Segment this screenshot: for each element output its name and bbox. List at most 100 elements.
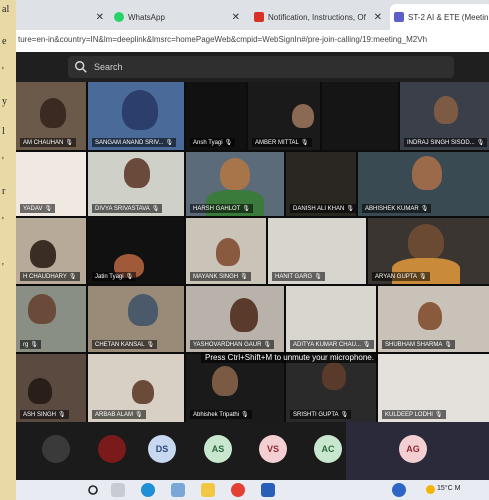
search-icon[interactable] — [86, 483, 100, 497]
participant-name: SANGAM ANAND SRIV... 🎙 — [92, 138, 177, 147]
participant-video — [132, 380, 154, 404]
avatar-ds[interactable]: DS — [148, 435, 176, 463]
participant-name: ASH SINGH 🎙 — [20, 410, 69, 419]
participant-video — [40, 98, 66, 128]
participant-tile[interactable]: YADAV 🎙 — [16, 152, 86, 216]
video-grid: AM CHAUHAN 🎙 SANGAM ANAND SRIV... 🎙 Ansh T… — [16, 82, 489, 422]
participant-tile[interactable]: HARSH GAHLOT 🎙 — [186, 152, 284, 216]
avatar-ac[interactable]: AC — [314, 435, 342, 463]
teams-header: Search — [16, 52, 489, 82]
participant-tile[interactable]: ARBAB ALAM 🎙 — [88, 354, 184, 422]
participant-name: INDRAJ SINGH SISOD... 🎙 — [404, 138, 488, 147]
participant-video — [434, 96, 458, 124]
participant-tile[interactable]: DANISH ALI KHAN 🎙 — [286, 152, 356, 216]
doc-fragment: e — [2, 36, 7, 47]
participant-name: MAYANK SINGH 🎙 — [190, 272, 251, 281]
search-input[interactable]: Search — [68, 56, 454, 78]
avatar[interactable] — [42, 435, 70, 463]
close-tab-icon[interactable]: ✕ — [232, 12, 240, 23]
background-document: al e ' y l ' r ' ' — [0, 0, 16, 500]
participant-name: Ansh Tyagi 🎙 — [190, 138, 236, 147]
participant-tile[interactable]: rg 🎙 — [16, 286, 86, 352]
participant-name: Jatin Tyagi 🎙 — [92, 272, 137, 281]
search-placeholder: Search — [94, 62, 123, 72]
participant-name: ADITYA KUMAR CHAU... 🎙 — [290, 340, 374, 349]
participant-name: YADAV 🎙 — [20, 204, 56, 213]
avatar-vs[interactable]: VS — [259, 435, 287, 463]
participant-tile[interactable]: DIVYA SRIVASTAVA 🎙 — [88, 152, 184, 216]
participant-tile[interactable]: INDRAJ SINGH SISOD... 🎙 — [400, 82, 489, 150]
avatar[interactable] — [98, 435, 126, 463]
participant-video — [30, 240, 56, 268]
participant-tile[interactable]: Abhishek Tripathi 🎙 — [186, 354, 284, 422]
participant-video — [124, 158, 150, 188]
participant-tile[interactable]: ARYAN GUPTA 🎙 — [368, 218, 489, 284]
participant-video — [28, 294, 56, 324]
store-icon[interactable] — [171, 483, 185, 497]
browser-tab-gmail[interactable]: Notification, Instructions, Of ✕ — [254, 4, 386, 30]
participant-tile[interactable]: ABHISHEK KUMAR 🎙 — [358, 152, 489, 216]
participant-tile[interactable]: MAYANK SINGH 🎙 — [186, 218, 266, 284]
file-explorer-icon[interactable] — [201, 483, 215, 497]
participant-name: SHUBHAM SHARMA 🎙 — [382, 340, 455, 349]
participant-name: HANIT GARG 🎙 — [272, 272, 325, 281]
participant-name: DANISH ALI KHAN 🎙 — [290, 204, 356, 213]
participant-video — [230, 298, 258, 332]
address-bar[interactable]: ture=en-in&country=IN&lm=deeplink&lmsrc=… — [16, 30, 489, 53]
participant-tile[interactable]: Ansh Tyagi 🎙 — [186, 82, 246, 150]
participant-name: ARBAB ALAM 🎙 — [92, 410, 146, 419]
participant-name: H CHAUDHARY 🎙 — [20, 272, 80, 281]
word-icon[interactable] — [261, 483, 275, 497]
chrome-icon[interactable] — [231, 483, 245, 497]
doc-fragment: ' — [2, 216, 4, 227]
participant-video — [408, 224, 444, 260]
doc-fragment: y — [2, 96, 7, 107]
doc-fragment: r — [2, 186, 6, 197]
participant-name: DIVYA SRIVASTAVA 🎙 — [92, 204, 163, 213]
participant-tile[interactable]: KULDEEP LODHI 🎙 — [378, 354, 489, 422]
participant-tile[interactable]: SRISHTI GUPTA 🎙 — [286, 354, 376, 422]
participant-tile[interactable]: ASH SINGH 🎙 — [16, 354, 86, 422]
participant-name: Abhishek Tripathi 🎙 — [190, 410, 252, 419]
participant-name: KULDEEP LODHI 🎙 — [382, 410, 446, 419]
participant-video — [216, 238, 240, 266]
url-text: ture=en-in&country=IN&lm=deeplink&lmsrc=… — [18, 35, 428, 44]
avatar-as[interactable]: AS — [204, 435, 232, 463]
participant-tile[interactable]: SANGAM ANAND SRIV... 🎙 — [88, 82, 184, 150]
participant-name: rg 🎙 — [20, 340, 41, 349]
search-icon — [75, 61, 87, 73]
participant-name: ABHISHEK KUMAR 🎙 — [362, 204, 432, 213]
participant-name: ARYAN GUPTA 🎙 — [372, 272, 430, 281]
close-tab-icon[interactable]: ✕ — [374, 12, 382, 23]
participant-tile[interactable]: AM CHAUHAN 🎙 — [16, 82, 86, 150]
browser-tab-teams-meeting[interactable]: ST-2 AI & ETE (Meetin — [390, 4, 489, 30]
close-tab-icon[interactable]: ✕ — [96, 12, 104, 23]
self-view: AG — [346, 422, 489, 480]
weather-icon — [426, 485, 435, 494]
participant-tile[interactable]: AMBER MITTAL 🎙 — [248, 82, 320, 150]
vpn-icon[interactable] — [392, 483, 406, 497]
participant-tile[interactable]: YASHOVARDHAN GAUR 🎙 — [186, 286, 284, 352]
participant-tile[interactable]: ADITYA KUMAR CHAU... 🎙 — [286, 286, 376, 352]
edge-icon[interactable] — [141, 483, 155, 497]
participant-video — [212, 366, 238, 396]
participant-name: AMBER MITTAL 🎙 — [252, 138, 312, 147]
participant-name: CHETAN KANSAL 🎙 — [92, 340, 158, 349]
participant-tile[interactable]: HANIT GARG 🎙 — [268, 218, 366, 284]
participant-tile[interactable] — [322, 82, 398, 150]
browser-tab-whatsapp[interactable]: WhatsApp ✕ — [114, 4, 244, 30]
doc-fragment: ' — [2, 156, 4, 167]
task-view-icon[interactable] — [111, 483, 125, 497]
participant-tile[interactable]: H CHAUDHARY 🎙 — [16, 218, 86, 284]
browser-tab[interactable]: ✕ — [16, 4, 108, 30]
taskbar: 15°C M — [16, 480, 489, 500]
participant-tile[interactable]: Jatin Tyagi 🎙 — [88, 218, 184, 284]
doc-fragment: ' — [2, 262, 4, 273]
participant-video — [322, 362, 346, 390]
avatar-ag[interactable]: AG — [399, 435, 427, 463]
participant-tile[interactable]: CHETAN KANSAL 🎙 — [88, 286, 184, 352]
participant-name: SRISHTI GUPTA 🎙 — [290, 410, 352, 419]
doc-fragment: al — [2, 4, 10, 15]
participant-tile[interactable]: SHUBHAM SHARMA 🎙 — [378, 286, 489, 352]
participant-video — [292, 104, 314, 128]
